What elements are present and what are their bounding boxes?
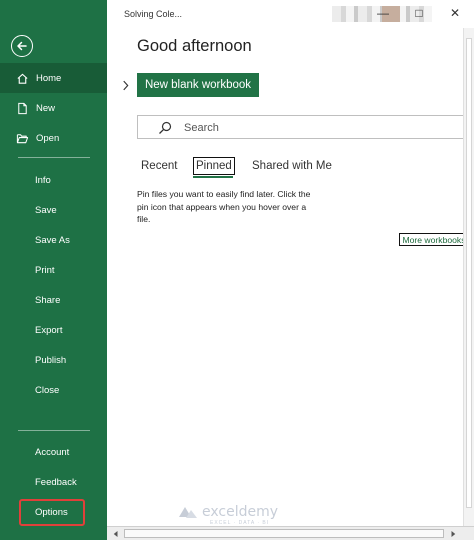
more-workbooks-link[interactable]: More workbooks xyxy=(399,233,469,246)
back-arrow-icon xyxy=(17,41,27,51)
chevron-right-icon xyxy=(122,80,128,90)
triangle-left-icon xyxy=(113,530,117,537)
sidebar-item-home[interactable]: Home xyxy=(0,63,107,93)
new-document-icon xyxy=(14,100,30,116)
horizontal-scrollbar[interactable] xyxy=(107,526,474,540)
sidebar-item-label: Close xyxy=(35,384,60,396)
expand-templates-button[interactable] xyxy=(119,78,131,92)
open-folder-icon xyxy=(14,130,30,146)
sidebar-item-label: Info xyxy=(35,174,51,186)
vertical-scroll-thumb[interactable] xyxy=(466,38,472,508)
sidebar-item-open[interactable]: Open xyxy=(0,123,107,153)
sidebar-divider xyxy=(18,430,90,431)
triangle-right-icon xyxy=(451,530,455,537)
sidebar-item-account[interactable]: Account xyxy=(0,437,107,467)
sidebar-item-label: Export xyxy=(35,324,63,336)
minimize-button[interactable]: — xyxy=(372,5,394,21)
sidebar-item-label: Publish xyxy=(35,354,67,366)
tab-shared-with-me[interactable]: Shared with Me xyxy=(252,157,332,175)
sidebar-item-save[interactable]: Save xyxy=(0,195,107,225)
new-blank-workbook-button[interactable]: New blank workbook xyxy=(137,73,259,97)
sidebar-item-save-as[interactable]: Save As xyxy=(0,225,107,255)
sidebar-item-label: Print xyxy=(35,264,55,276)
title-bar: Solving Cole... — □ ✕ xyxy=(107,0,474,28)
home-icon xyxy=(14,70,30,86)
minimize-icon: — xyxy=(377,6,389,20)
sidebar-item-label: Save As xyxy=(35,234,70,246)
search-input[interactable] xyxy=(184,119,454,136)
tab-recent[interactable]: Recent xyxy=(141,157,177,175)
exceldemy-logo-icon xyxy=(179,507,197,518)
sidebar-item-feedback[interactable]: Feedback xyxy=(0,467,107,497)
sidebar-item-export[interactable]: Export xyxy=(0,315,107,345)
close-button[interactable]: ✕ xyxy=(444,5,466,21)
watermark-tagline: EXCEL · DATA · BI xyxy=(210,520,270,526)
sidebar-item-new[interactable]: New xyxy=(0,93,107,123)
backstage-sidebar: Home New Open Info Save Save As Print Sh… xyxy=(0,0,107,540)
options-highlight-box xyxy=(19,499,85,526)
sidebar-item-print[interactable]: Print xyxy=(0,255,107,285)
close-icon: ✕ xyxy=(449,6,461,20)
greeting-heading: Good afternoon xyxy=(137,37,252,55)
watermark-name: exceldemy xyxy=(202,504,279,520)
sidebar-item-label: Share xyxy=(35,294,61,306)
sidebar-item-close[interactable]: Close xyxy=(0,375,107,405)
sidebar-item-info[interactable]: Info xyxy=(0,165,107,195)
scroll-right-button[interactable] xyxy=(448,529,457,538)
pinned-empty-message: Pin files you want to easily find later.… xyxy=(137,189,311,224)
sidebar-item-publish[interactable]: Publish xyxy=(0,345,107,375)
sidebar-item-label: Home xyxy=(36,72,62,84)
scroll-left-button[interactable] xyxy=(111,529,120,538)
search-icon xyxy=(159,121,172,134)
vertical-scrollbar[interactable] xyxy=(463,28,474,526)
sidebar-item-label: Feedback xyxy=(35,476,77,488)
exceldemy-watermark: exceldemy EXCEL · DATA · BI xyxy=(178,503,298,527)
sidebar-item-label: Open xyxy=(36,132,60,144)
maximize-icon: □ xyxy=(415,6,423,20)
tab-pinned[interactable]: Pinned xyxy=(193,157,235,175)
back-button[interactable] xyxy=(11,35,33,57)
sidebar-item-label: Save xyxy=(35,204,57,216)
sidebar-item-share[interactable]: Share xyxy=(0,285,107,315)
selected-tab-indicator xyxy=(193,176,233,178)
sidebar-divider xyxy=(18,157,90,158)
horizontal-scroll-thumb[interactable] xyxy=(124,529,444,538)
maximize-button[interactable]: □ xyxy=(408,5,430,21)
window-title: Solving Cole... xyxy=(124,9,183,19)
sidebar-item-label: Account xyxy=(35,446,70,458)
sidebar-item-label: New xyxy=(36,102,56,114)
search-box[interactable] xyxy=(137,115,474,139)
